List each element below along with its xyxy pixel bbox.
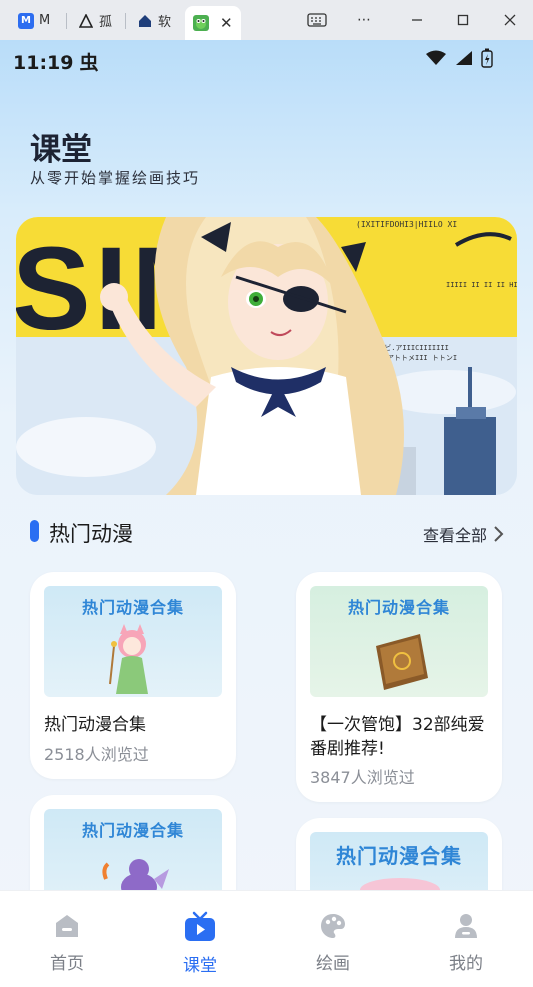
tab-label: 孤 — [99, 15, 113, 30]
browser-tab-2[interactable]: 孤 — [78, 7, 112, 34]
card-title: 【一次管饱】32部纯爱番剧推荐! — [310, 715, 485, 759]
tab-label: 软 — [158, 15, 172, 30]
status-time: 11:19 虫 — [13, 52, 99, 74]
more-icon[interactable]: ⋯ — [352, 8, 376, 32]
anime-card[interactable]: 热门动漫合集 热门动漫合集 2518人浏览过 — [30, 572, 236, 779]
nav-classroom[interactable]: 课堂 — [160, 911, 240, 976]
chevron-right-icon — [494, 526, 504, 542]
battery-icon — [481, 48, 493, 68]
nav-mine[interactable]: 我的 — [426, 911, 506, 974]
tab-label: M — [39, 13, 51, 28]
user-icon — [455, 914, 477, 938]
banner-small-text-2: IIIII II II II HIII — [446, 281, 517, 289]
banner-small-text-1: (IXITIFDOHI3|HIILO XI — [356, 220, 457, 229]
bug-icon: 虫 — [79, 52, 99, 74]
section-accent-bar — [30, 520, 39, 542]
bottom-nav: 首页 课堂 绘画 我的 — [0, 890, 533, 987]
card-view-count: 2518人浏览过 — [44, 745, 149, 764]
nav-drawing[interactable]: 绘画 — [293, 911, 373, 974]
browser-tab-3[interactable]: 软 — [137, 7, 171, 34]
featured-banner[interactable]: SIMP (IXITIFDOHI3|HIILO XI IIIII II II I… — [16, 217, 517, 495]
anime-card[interactable]: 热门动漫合集 【一次管饱】32部纯爱番剧推荐! 3847人浏览过 — [296, 572, 502, 802]
page-title: 课堂 — [30, 132, 92, 168]
house-logo-icon — [137, 13, 153, 29]
green-frog-icon — [193, 15, 209, 31]
browser-tab-active[interactable]: ✕ — [185, 6, 241, 40]
home-icon — [56, 915, 78, 937]
card-title: 热门动漫合集 — [44, 715, 146, 735]
keyboard-icon[interactable] — [305, 8, 329, 32]
section-title: 热门动漫 — [49, 522, 133, 546]
card-view-count: 3847人浏览过 — [310, 768, 415, 787]
see-all-link[interactable]: 查看全部 — [423, 522, 505, 546]
card-thumbnail: 热门动漫合集 — [44, 586, 222, 697]
page-subtitle: 从零开始掌握绘画技巧 — [30, 169, 201, 187]
browser-tab-1[interactable]: M M — [18, 7, 50, 34]
minimize-icon[interactable] — [405, 8, 429, 32]
m-logo-icon: M — [18, 12, 34, 29]
tv-play-icon — [185, 911, 215, 941]
status-icons — [425, 48, 493, 68]
wifi-icon — [426, 50, 446, 65]
palette-icon — [321, 914, 345, 938]
nav-home[interactable]: 首页 — [27, 911, 107, 974]
browser-tabbar: M M 孤 软 ✕ ⋯ — [0, 0, 533, 41]
triangle-logo-icon — [78, 13, 94, 29]
close-window-icon[interactable] — [498, 8, 522, 32]
card-thumbnail: 热门动漫合集 — [310, 586, 488, 697]
signal-icon — [456, 51, 472, 65]
app-screen: 11:19虫 课堂 从零开始掌握绘画技巧 SIMP (IXITIFDOHI3|H… — [0, 40, 533, 987]
close-tab-icon[interactable]: ✕ — [220, 14, 233, 32]
maximize-icon[interactable] — [451, 8, 475, 32]
